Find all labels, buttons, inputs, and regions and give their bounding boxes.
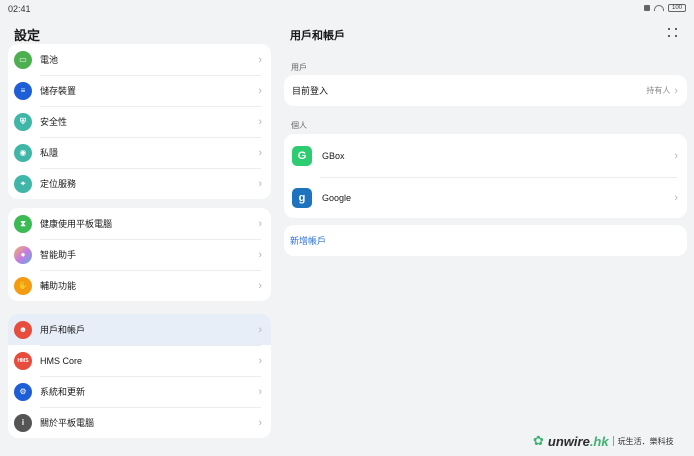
storage-icon: ≡ <box>14 81 32 100</box>
watermark: ✿ unwire.hk 玩生活．樂科技 <box>533 433 674 449</box>
info-icon: i <box>14 413 32 432</box>
chevron-right-icon: › <box>258 217 262 230</box>
page-title: 用戶和帳戶 <box>290 30 345 42</box>
chevron-right-icon: › <box>258 146 262 159</box>
section-label-personal: 個人 <box>291 121 307 130</box>
settings-item-label: 私隱 <box>40 148 59 158</box>
privacy-icon: ◉ <box>14 143 32 162</box>
watermark-slogan: 玩生活．樂科技 <box>617 436 674 446</box>
hms-icon: HMS <box>14 351 32 370</box>
settings-item-label: 健康使用平板電腦 <box>40 219 113 229</box>
settings-item-label: 用戶和帳戶 <box>40 325 86 335</box>
settings-item-label: 定位服務 <box>40 179 77 189</box>
battery-icon: ▭ <box>14 50 32 69</box>
settings-item-label: 關於平板電腦 <box>40 418 95 428</box>
chevron-right-icon: › <box>258 177 262 190</box>
unwire-logo-icon: ✿ <box>533 433 544 448</box>
settings-item-label: 電池 <box>40 55 59 65</box>
chevron-right-icon: › <box>258 279 262 292</box>
hand-icon: ✋ <box>14 276 32 295</box>
account-label: Google <box>322 192 352 203</box>
current-login-value: 持有人 <box>646 86 671 95</box>
chevron-right-icon: › <box>258 84 262 97</box>
settings-item-privacy[interactable]: ◉ 私隱 › <box>8 137 271 168</box>
shield-icon: ⛨ <box>14 112 32 131</box>
settings-item-assistant[interactable]: ● 智能助手 › <box>8 239 271 270</box>
section-label-user: 用戶 <box>291 63 307 72</box>
add-account-card: 新增帳戶 <box>284 225 687 256</box>
settings-item-about-tablet[interactable]: i 關於平板電腦 › <box>8 407 271 438</box>
user-icon: ☻ <box>14 320 32 339</box>
wifi-icon <box>654 5 664 11</box>
accounts-card: G GBox › g Google › <box>284 134 687 218</box>
battery-level: 100 <box>668 4 686 12</box>
settings-item-label: 系統和更新 <box>40 387 86 397</box>
gear-icon: ⚙ <box>14 382 32 401</box>
chevron-right-icon: › <box>258 416 262 429</box>
location-icon: ⌖ <box>14 174 32 193</box>
hourglass-icon: ⧗ <box>14 214 32 233</box>
assistant-icon: ● <box>14 245 32 264</box>
chevron-right-icon: › <box>674 84 678 97</box>
account-row-google[interactable]: g Google › <box>284 177 687 218</box>
settings-group-3: ☻ 用戶和帳戶 › HMS HMS Core › ⚙ 系統和更新 › i 關於平… <box>8 314 271 438</box>
settings-item-security[interactable]: ⛨ 安全性 › <box>8 106 271 137</box>
settings-item-label: 儲存裝置 <box>40 86 77 96</box>
settings-item-digital-balance[interactable]: ⧗ 健康使用平板電腦 › <box>8 208 271 239</box>
more-options-icon[interactable] <box>668 28 678 38</box>
gbox-icon: G <box>292 145 312 166</box>
settings-group-1: ▭ 電池 › ≡ 儲存裝置 › ⛨ 安全性 › ◉ 私隱 › ⌖ 定位服務 › <box>8 44 271 199</box>
notification-icon <box>644 5 650 11</box>
account-row-gbox[interactable]: G GBox › <box>284 134 687 177</box>
settings-item-label: 輔助功能 <box>40 281 77 291</box>
status-icons: 100 <box>644 4 686 12</box>
status-time: 02:41 <box>8 4 31 14</box>
chevron-right-icon: › <box>258 354 262 367</box>
chevron-right-icon: › <box>258 115 262 128</box>
status-bar: 02:41 100 <box>0 0 694 18</box>
current-login-label: 目前登入 <box>292 86 329 96</box>
settings-item-label: HMS Core <box>40 355 83 366</box>
settings-item-label: 安全性 <box>40 117 68 127</box>
chevron-right-icon: › <box>674 191 678 204</box>
chevron-right-icon: › <box>258 248 262 261</box>
watermark-separator <box>612 436 614 446</box>
settings-title: 設定 <box>14 28 41 43</box>
settings-item-storage[interactable]: ≡ 儲存裝置 › <box>8 75 271 106</box>
settings-item-hms-core[interactable]: HMS HMS Core › <box>8 345 271 376</box>
settings-item-system-update[interactable]: ⚙ 系統和更新 › <box>8 376 271 407</box>
current-login-card: 目前登入 持有人 › <box>284 75 687 106</box>
settings-item-battery[interactable]: ▭ 電池 › <box>8 44 271 75</box>
chevron-right-icon: › <box>258 53 262 66</box>
settings-item-accessibility[interactable]: ✋ 輔助功能 › <box>8 270 271 301</box>
watermark-brand: unwire.hk <box>547 433 609 449</box>
account-label: GBox <box>322 150 345 161</box>
settings-item-users-accounts[interactable]: ☻ 用戶和帳戶 › <box>8 314 271 345</box>
current-login-row[interactable]: 目前登入 持有人 › <box>284 75 687 106</box>
add-account-link[interactable]: 新增帳戶 <box>284 234 326 247</box>
google-icon: g <box>292 187 312 208</box>
settings-item-label: 智能助手 <box>40 250 77 260</box>
chevron-right-icon: › <box>258 385 262 398</box>
chevron-right-icon: › <box>674 149 678 162</box>
settings-group-2: ⧗ 健康使用平板電腦 › ● 智能助手 › ✋ 輔助功能 › <box>8 208 271 301</box>
chevron-right-icon: › <box>258 323 262 336</box>
settings-item-location[interactable]: ⌖ 定位服務 › <box>8 168 271 199</box>
